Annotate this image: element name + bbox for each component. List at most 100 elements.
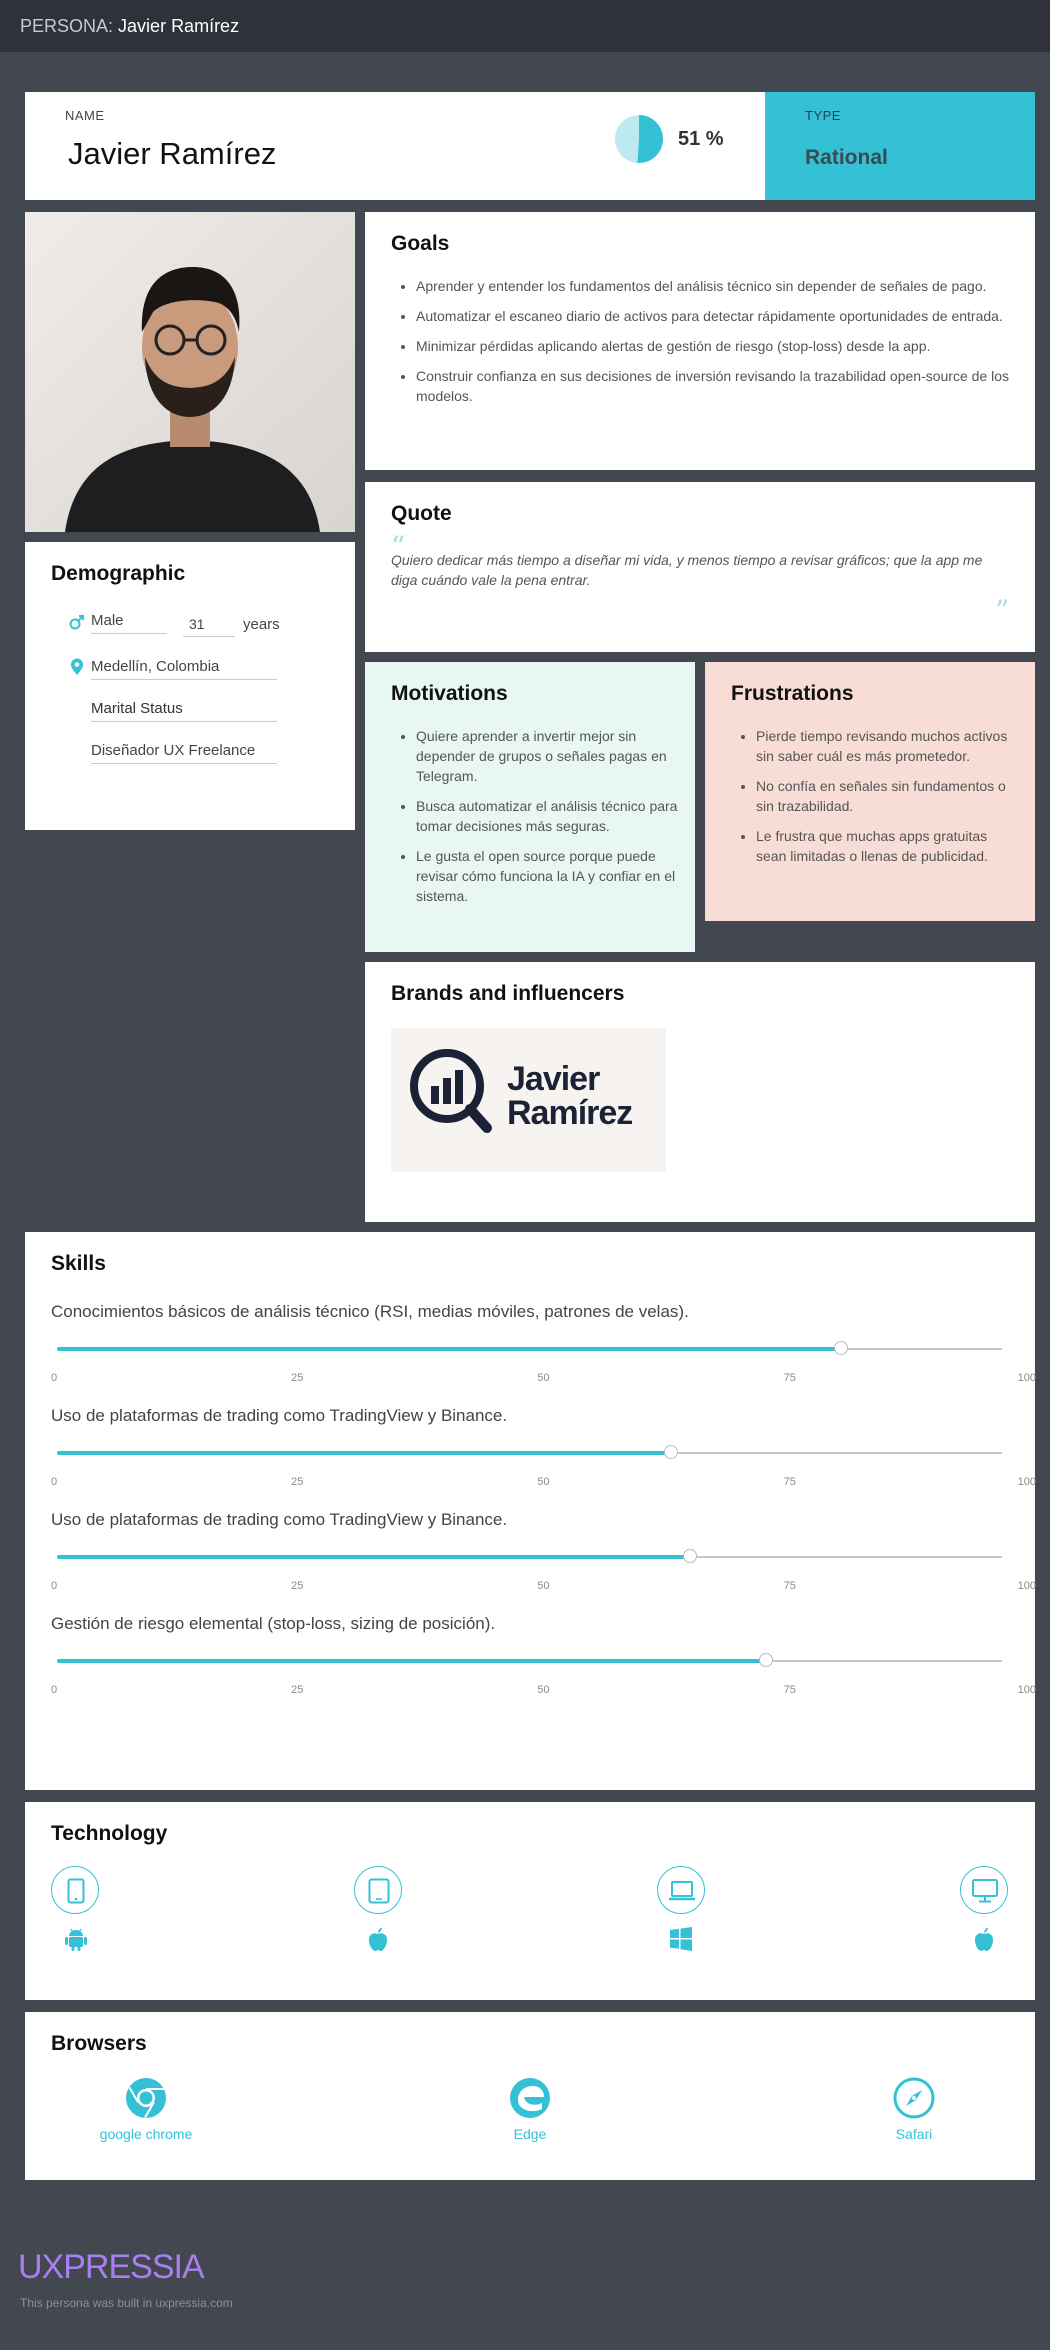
skill-scale: 0 25 50 75 100 (51, 1476, 1036, 1490)
safari-icon[interactable] (892, 2076, 936, 2120)
skill-slider[interactable] (57, 1341, 1002, 1355)
magnifier-chart-icon (410, 1049, 492, 1133)
footer-brand-logo[interactable]: UXPRESSIA (18, 2248, 205, 2287)
edge-icon[interactable] (508, 2076, 552, 2120)
goal-item: Minimizar pérdidas aplicando alertas de … (416, 336, 1011, 356)
browser-label-safari: Safari (895, 2126, 933, 2142)
persona-title: Javier Ramírez (118, 16, 240, 36)
location-pin-icon (71, 658, 83, 675)
goals-title: Goals (391, 232, 450, 255)
skill-slider-handle[interactable] (758, 1653, 773, 1667)
persona-prefix: PERSONA: (20, 16, 114, 36)
quote-title: Quote (391, 502, 452, 525)
skill-scale-tick: 75 (783, 1580, 796, 1592)
brand-logo-tile[interactable]: Javier Ramírez (391, 1028, 666, 1172)
technology-card: Technology (25, 1802, 1035, 2000)
skill-scale-tick: 100 (1017, 1372, 1036, 1384)
smartphone-icon (67, 1878, 85, 1904)
percent-value: 51 % (678, 128, 724, 150)
skill-scale-tick: 100 (1017, 1476, 1036, 1488)
skill-label: Uso de plataformas de trading como Tradi… (51, 1510, 508, 1529)
marital-status-field[interactable]: Marital Status (91, 700, 277, 722)
browser-label-edge: Edge (513, 2126, 547, 2142)
type-label: TYPE (805, 108, 841, 123)
motivation-item: Busca automatizar el análisis técnico pa… (416, 796, 681, 836)
skill-scale-tick: 75 (783, 1476, 796, 1488)
skill-scale-tick: 0 (51, 1684, 58, 1696)
motivation-item: Quiere aprender a invertir mejor sin dep… (416, 726, 681, 786)
frustrations-card: Frustrations Pierde tiempo revisando muc… (705, 662, 1035, 921)
demographic-title: Demographic (51, 562, 186, 585)
frustration-item: Le frustra que muchas apps gratuitas sea… (756, 826, 1021, 866)
frustrations-list: Pierde tiempo revisando muchos activos s… (731, 726, 1021, 876)
brand-logo-line1: Javier (507, 1060, 600, 1098)
motivations-title: Motivations (391, 682, 508, 705)
avatar (25, 212, 355, 532)
name-label: NAME (65, 108, 105, 123)
occupation-field[interactable]: Diseñador UX Freelance (91, 742, 277, 764)
goal-item: Aprender y entender los fundamentos del … (416, 276, 1011, 296)
close-quote-icon: ” (995, 594, 1010, 627)
apple-icon (369, 1927, 387, 1951)
skills-title: Skills (51, 1252, 106, 1275)
goals-card: Goals Aprender y entender los fundamento… (365, 212, 1035, 470)
type-value[interactable]: Rational (805, 146, 888, 170)
skill-slider[interactable] (57, 1549, 1002, 1563)
gender-field[interactable]: Male (91, 612, 167, 634)
persona-name[interactable]: Javier Ramírez (68, 136, 276, 172)
skill-scale-tick: 25 (291, 1372, 304, 1384)
skill-scale: 0 25 50 75 100 (51, 1684, 1036, 1698)
skill-slider-fill (57, 1451, 672, 1455)
footer-note: This persona was built in uxpressia.com (20, 2296, 233, 2310)
skill-scale-tick: 50 (537, 1476, 550, 1488)
demographic-card: Demographic Male 31 years Medellín, Colo… (25, 542, 355, 830)
persona-photo (25, 212, 355, 532)
skill-scale: 0 25 50 75 100 (51, 1372, 1036, 1386)
brand-logo-line2: Ramírez (507, 1094, 633, 1132)
skill-scale-tick: 0 (51, 1372, 58, 1384)
motivations-card: Motivations Quiere aprender a invertir m… (365, 662, 695, 952)
skill-scale-tick: 0 (51, 1476, 58, 1488)
skill-slider-fill (57, 1659, 766, 1663)
skill-scale: 0 25 50 75 100 (51, 1580, 1036, 1594)
goal-item: Automatizar el escaneo diario de activos… (416, 306, 1011, 326)
motivation-item: Le gusta el open source porque puede rev… (416, 846, 681, 906)
desktop-device[interactable] (960, 1866, 1008, 1914)
brands-card: Brands and influencers Javier Ramírez (365, 962, 1035, 1222)
skill-scale-tick: 50 (537, 1684, 550, 1696)
skill-label: Uso de plataformas de trading como Tradi… (51, 1406, 508, 1425)
browser-label-chrome: google chrome (99, 2126, 193, 2142)
skill-slider-handle[interactable] (664, 1445, 679, 1459)
tablet-device[interactable] (354, 1866, 402, 1914)
skill-scale-tick: 50 (537, 1372, 550, 1384)
top-bar: PERSONA: Javier Ramírez (0, 0, 1050, 52)
skill-slider-fill (57, 1347, 842, 1351)
brands-title: Brands and influencers (391, 982, 625, 1005)
goals-list: Aprender y entender los fundamentos del … (391, 276, 1011, 416)
skills-card: Skills Conocimientos básicos de análisis… (25, 1232, 1036, 1790)
skill-scale-tick: 75 (783, 1684, 796, 1696)
location-field[interactable]: Medellín, Colombia (91, 658, 277, 680)
quote-card: Quote “ Quiero dedicar más tiempo a dise… (365, 482, 1035, 652)
laptop-icon (669, 1881, 695, 1901)
skill-slider[interactable] (57, 1653, 1002, 1667)
skill-scale-tick: 0 (51, 1580, 58, 1592)
skill-slider-handle[interactable] (834, 1341, 849, 1355)
chrome-icon[interactable] (124, 2076, 168, 2120)
desktop-icon (972, 1879, 998, 1903)
skill-scale-tick: 25 (291, 1684, 304, 1696)
age-unit: years (243, 616, 280, 633)
age-field[interactable]: 31 (183, 616, 235, 637)
skill-scale-tick: 100 (1017, 1580, 1036, 1592)
goal-item: Construir confianza en sus decisiones de… (416, 366, 1011, 406)
laptop-device[interactable] (657, 1866, 705, 1914)
skill-slider[interactable] (57, 1445, 1002, 1459)
frustration-item: No confía en señales sin fundamentos o s… (756, 776, 1021, 816)
skill-scale-tick: 75 (783, 1372, 796, 1384)
quote-text: Quiero dedicar más tiempo a diseñar mi v… (391, 552, 983, 588)
skill-slider-handle[interactable] (683, 1549, 698, 1563)
frustration-item: Pierde tiempo revisando muchos activos s… (756, 726, 1021, 766)
browsers-card: Browsers google chrome Edge Safari (25, 2012, 1035, 2180)
smartphone-device[interactable] (51, 1866, 99, 1914)
windows-icon (670, 1927, 692, 1951)
